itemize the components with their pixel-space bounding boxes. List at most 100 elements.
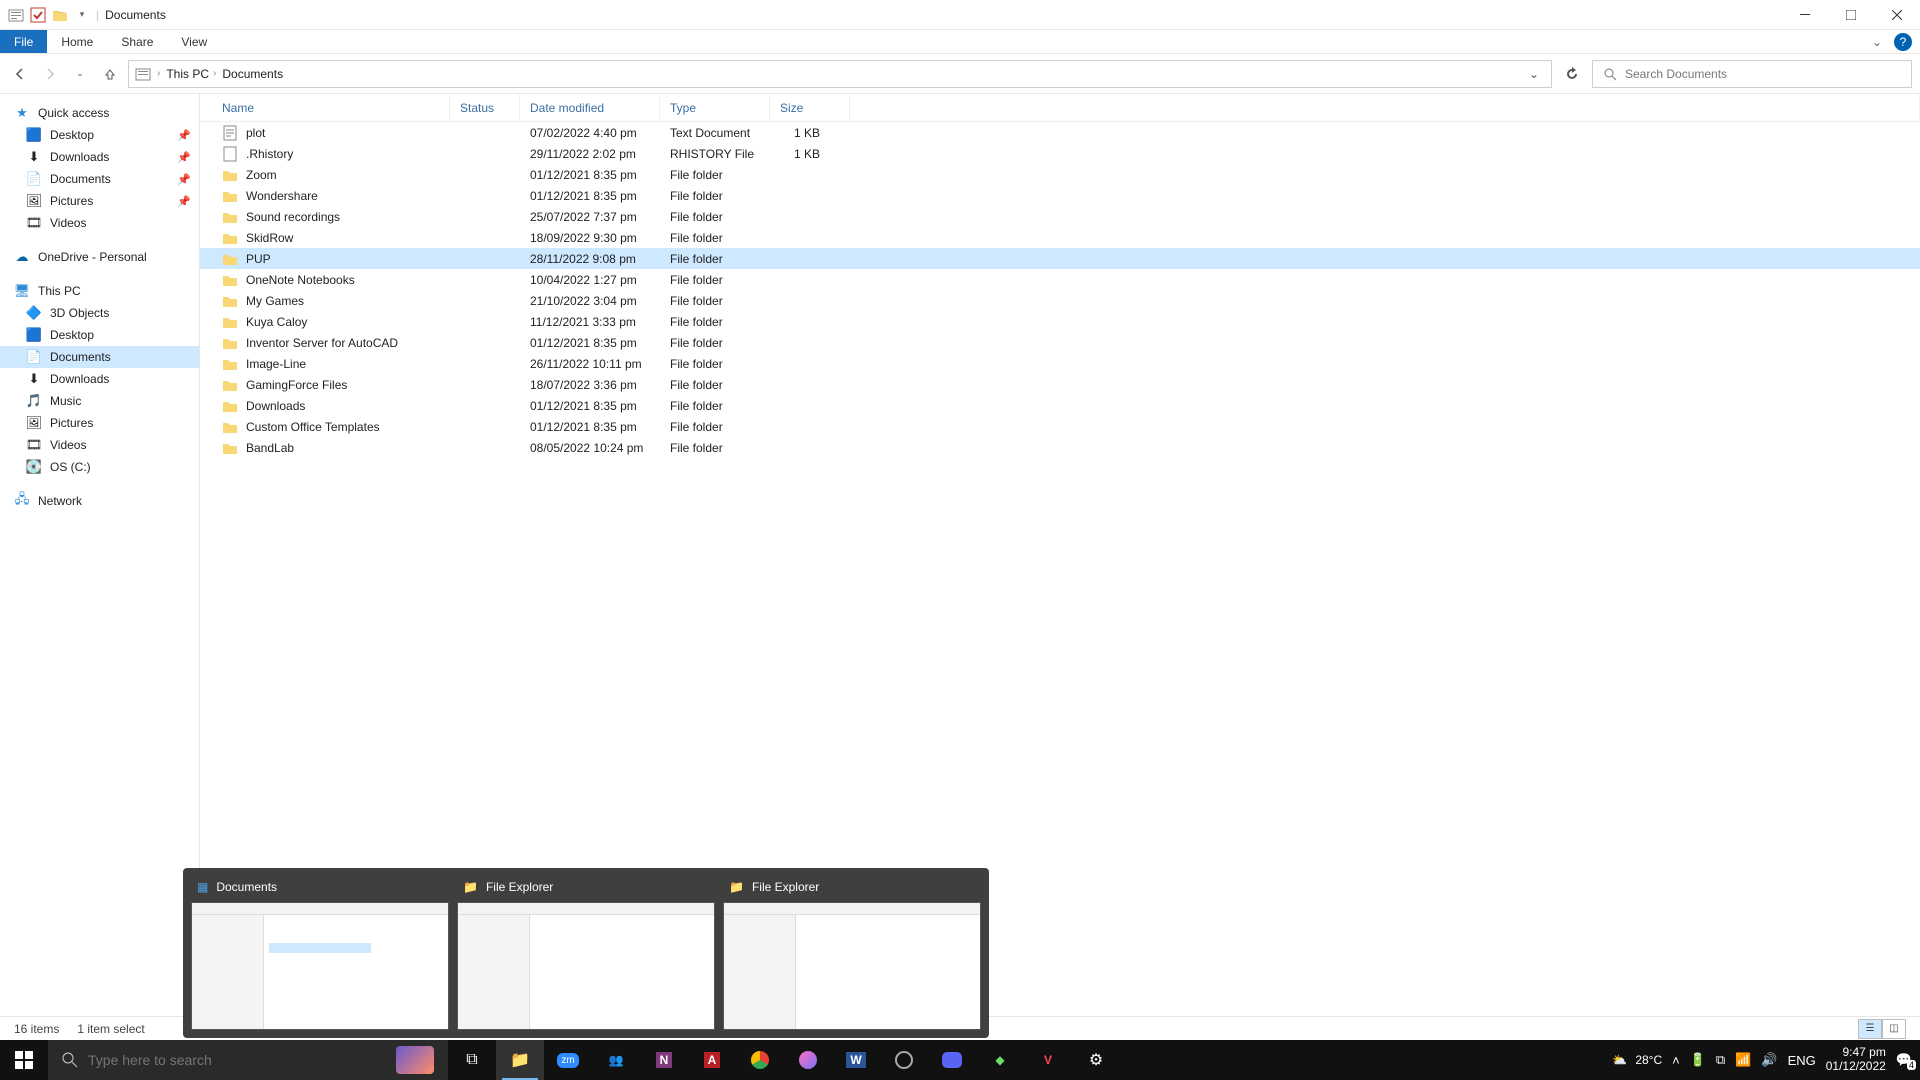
search-box[interactable] [1592, 60, 1912, 88]
sidebar-onedrive[interactable]: ☁ OneDrive - Personal [0, 246, 199, 268]
file-row[interactable]: Sound recordings25/07/2022 7:37 pmFile f… [200, 206, 1920, 227]
ribbon-tab-share[interactable]: Share [107, 30, 167, 53]
sidebar-item-desktop[interactable]: 🟦Desktop [0, 324, 199, 346]
address-dropdown-icon[interactable]: ⌄ [1523, 67, 1545, 81]
sidebar-network[interactable]: 🖧 Network [0, 490, 199, 512]
nav-up-button[interactable] [98, 62, 122, 86]
file-row[interactable]: Kuya Caloy11/12/2021 3:33 pmFile folder [200, 311, 1920, 332]
taskbar-app-autocad[interactable]: A [688, 1040, 736, 1080]
col-date[interactable]: Date modified [520, 94, 660, 121]
sidebar-item-documents[interactable]: 📄Documents📌 [0, 168, 199, 190]
file-type: File folder [660, 420, 770, 434]
sidebar-item-label: Pictures [50, 416, 93, 430]
file-row[interactable]: Image-Line26/11/2022 10:11 pmFile folder [200, 353, 1920, 374]
sidebar-item-pictures[interactable]: 🖼Pictures [0, 412, 199, 434]
file-row[interactable]: Inventor Server for AutoCAD01/12/2021 8:… [200, 332, 1920, 353]
taskbar-app-explorer[interactable]: 📁 [496, 1040, 544, 1080]
file-row[interactable]: Custom Office Templates01/12/2021 8:35 p… [200, 416, 1920, 437]
sidebar-item-pictures[interactable]: 🖼Pictures📌 [0, 190, 199, 212]
preview-file-explorer-1[interactable]: 📁File Explorer [457, 876, 715, 1030]
taskbar-search[interactable] [48, 1040, 448, 1080]
taskbar-app-messenger[interactable] [784, 1040, 832, 1080]
taskbar-search-input[interactable] [88, 1052, 386, 1068]
navigation-pane[interactable]: ★ Quick access 🟦Desktop📌⬇Downloads📌📄Docu… [0, 94, 200, 1016]
action-center-button[interactable]: 💬4 [1896, 1052, 1912, 1068]
taskbar-app-obs[interactable] [880, 1040, 928, 1080]
tray-battery-icon[interactable]: 🔋 [1690, 1052, 1706, 1068]
minimize-button[interactable] [1782, 0, 1828, 30]
taskbar-app-onenote[interactable]: N [640, 1040, 688, 1080]
tray-onedrive-icon[interactable]: ⧉ [1716, 1052, 1725, 1068]
tray-language[interactable]: ENG [1788, 1053, 1816, 1068]
qat-folder-icon[interactable] [52, 7, 68, 23]
qat-dropdown-icon[interactable]: ▾ [74, 7, 90, 23]
file-row[interactable]: Zoom01/12/2021 8:35 pmFile folder [200, 164, 1920, 185]
sidebar-quick-access[interactable]: ★ Quick access [0, 102, 199, 124]
ribbon-tab-view[interactable]: View [167, 30, 221, 53]
sidebar-item-music[interactable]: 🎵Music [0, 390, 199, 412]
taskbar-app-genymotion[interactable]: ◆ [976, 1040, 1024, 1080]
file-row[interactable]: BandLab08/05/2022 10:24 pmFile folder [200, 437, 1920, 458]
preview-documents[interactable]: ▦Documents [191, 876, 449, 1030]
address-bar[interactable]: › This PC› Documents ⌄ [128, 60, 1552, 88]
maximize-button[interactable] [1828, 0, 1874, 30]
sidebar-item-3d-objects[interactable]: 🔷3D Objects [0, 302, 199, 324]
start-button[interactable] [0, 1040, 48, 1080]
taskbar-app-word[interactable]: W [832, 1040, 880, 1080]
column-headers[interactable]: Name Status Date modified Type Size [200, 94, 1920, 122]
breadcrumb-documents[interactable]: Documents [222, 67, 283, 81]
file-row[interactable]: plot07/02/2022 4:40 pmText Document1 KB [200, 122, 1920, 143]
sidebar-item-downloads[interactable]: ⬇Downloads📌 [0, 146, 199, 168]
file-row[interactable]: Downloads01/12/2021 8:35 pmFile folder [200, 395, 1920, 416]
help-button[interactable]: ? [1894, 33, 1912, 51]
tray-volume-icon[interactable]: 🔊 [1761, 1052, 1777, 1068]
breadcrumb-this-pc[interactable]: This PC› [166, 67, 216, 81]
taskbar-app-valorant[interactable]: V [1024, 1040, 1072, 1080]
icons-view-button[interactable]: ◫ [1882, 1019, 1906, 1039]
nav-recent-dropdown[interactable]: ⌄ [68, 62, 92, 86]
file-name: Inventor Server for AutoCAD [246, 336, 398, 350]
weather-widget[interactable]: ⛅28°C [1612, 1053, 1662, 1067]
col-type[interactable]: Type [660, 94, 770, 121]
sidebar-this-pc[interactable]: 🖥 This PC [0, 280, 199, 302]
taskbar-window-previews[interactable]: ▦Documents 📁File Explorer 📁File Explorer [183, 868, 989, 1038]
ribbon-tab-home[interactable]: Home [47, 30, 107, 53]
task-view-button[interactable]: ⧉ [448, 1040, 496, 1080]
taskbar[interactable]: ⧉ 📁 zm 👥 N A W ◆ V ⚙ ⛅28°C ˄ 🔋 ⧉ 📶 🔊 ENG… [0, 1040, 1920, 1080]
sidebar-item-documents[interactable]: 📄Documents [0, 346, 199, 368]
ribbon-tab-file[interactable]: File [0, 30, 47, 53]
ribbon-expand-icon[interactable]: ⌄ [1864, 35, 1890, 49]
file-row[interactable]: Wondershare01/12/2021 8:35 pmFile folder [200, 185, 1920, 206]
taskbar-app-teams[interactable]: 👥 [592, 1040, 640, 1080]
qat-save-icon[interactable] [30, 7, 46, 23]
sidebar-item-videos[interactable]: 🎞Videos [0, 212, 199, 234]
preview-file-explorer-2[interactable]: 📁File Explorer [723, 876, 981, 1030]
taskbar-app-discord[interactable] [928, 1040, 976, 1080]
search-input[interactable] [1625, 67, 1901, 81]
file-row[interactable]: GamingForce Files18/07/2022 3:36 pmFile … [200, 374, 1920, 395]
file-row[interactable]: My Games21/10/2022 3:04 pmFile folder [200, 290, 1920, 311]
tray-wifi-icon[interactable]: 📶 [1735, 1052, 1751, 1068]
tray-overflow-icon[interactable]: ˄ [1672, 1053, 1680, 1068]
file-date: 28/11/2022 9:08 pm [520, 252, 660, 266]
col-name[interactable]: Name [200, 94, 450, 121]
col-size[interactable]: Size [770, 94, 850, 121]
taskbar-app-settings[interactable]: ⚙ [1072, 1040, 1120, 1080]
sidebar-item-videos[interactable]: 🎞Videos [0, 434, 199, 456]
sidebar-item-os-c-[interactable]: 💽OS (C:) [0, 456, 199, 478]
col-status[interactable]: Status [450, 94, 520, 121]
nav-back-button[interactable] [8, 62, 32, 86]
file-row[interactable]: PUP28/11/2022 9:08 pmFile folder [200, 248, 1920, 269]
taskbar-app-zoom[interactable]: zm [544, 1040, 592, 1080]
refresh-button[interactable] [1558, 60, 1586, 88]
sidebar-item-downloads[interactable]: ⬇Downloads [0, 368, 199, 390]
sidebar-item-desktop[interactable]: 🟦Desktop📌 [0, 124, 199, 146]
taskbar-app-chrome[interactable] [736, 1040, 784, 1080]
file-row[interactable]: SkidRow18/09/2022 9:30 pmFile folder [200, 227, 1920, 248]
file-row[interactable]: .Rhistory29/11/2022 2:02 pmRHISTORY File… [200, 143, 1920, 164]
tray-clock[interactable]: 9:47 pm 01/12/2022 [1826, 1046, 1886, 1074]
details-view-button[interactable]: ☰ [1858, 1019, 1882, 1039]
file-row[interactable]: OneNote Notebooks10/04/2022 1:27 pmFile … [200, 269, 1920, 290]
nav-forward-button[interactable] [38, 62, 62, 86]
close-button[interactable] [1874, 0, 1920, 30]
